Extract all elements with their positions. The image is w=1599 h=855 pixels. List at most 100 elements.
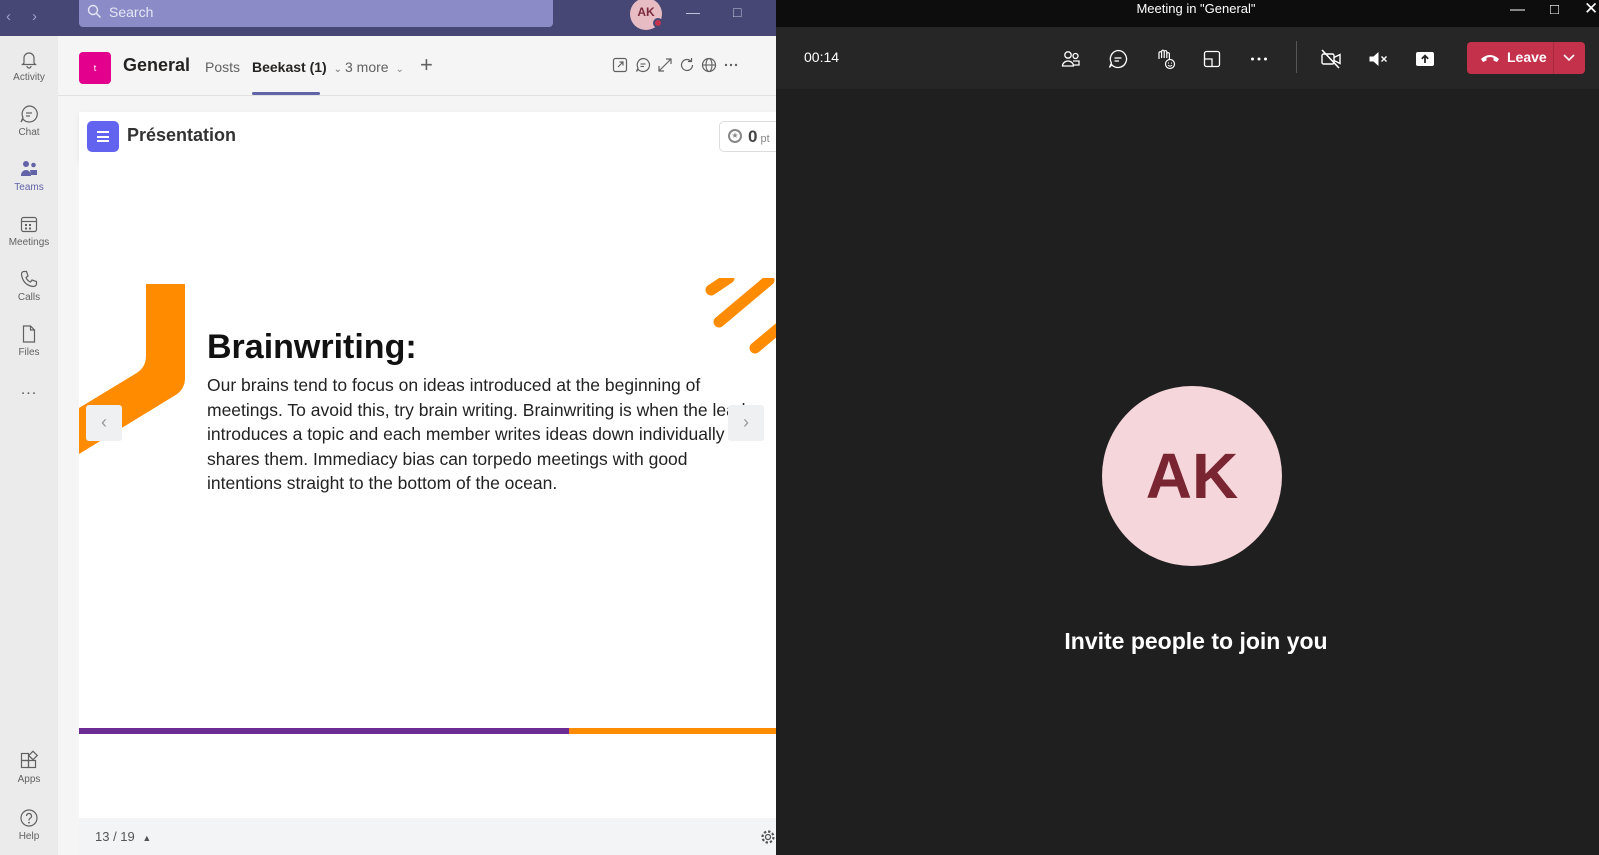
slide-title: Brainwriting:	[207, 328, 417, 366]
rail-item-chat[interactable]: Chat	[0, 103, 58, 138]
next-slide-button[interactable]: ›	[728, 405, 764, 441]
apps-icon	[20, 750, 39, 769]
team-avatar[interactable]: t	[79, 52, 111, 84]
rail-label: Activity	[13, 72, 45, 83]
tab-beekast[interactable]: Beekast (1) ⌄	[252, 59, 342, 75]
rail-label: Calls	[17, 292, 41, 303]
rail-item-meetings[interactable]: Meetings	[0, 213, 58, 248]
leave-label: Leave	[1507, 49, 1547, 65]
status-busy-icon	[653, 18, 663, 28]
leave-split-divider	[1553, 42, 1554, 74]
popout-icon[interactable]	[611, 56, 629, 74]
back-arrow-icon[interactable]: ‹	[6, 8, 11, 25]
globe-icon[interactable]	[700, 56, 718, 74]
points-badge: ★ 0 pt	[719, 121, 776, 152]
rail-item-help[interactable]: Help	[0, 807, 58, 842]
calendar-icon	[20, 216, 38, 233]
meeting-timer: 00:14	[804, 49, 840, 65]
rail-label: Chat	[18, 127, 40, 138]
help-icon	[20, 809, 38, 827]
invite-text: Invite people to join you	[1064, 628, 1328, 654]
rooms-icon[interactable]	[1200, 47, 1224, 71]
minimize-icon[interactable]: —	[686, 4, 700, 20]
tab-more[interactable]: 3 more ⌄	[345, 59, 404, 75]
search-input[interactable]: Search	[79, 0, 553, 27]
slide-body: Our brains tend to focus on ideas introd…	[207, 375, 762, 493]
tab-posts[interactable]: Posts	[205, 59, 240, 75]
reactions-icon[interactable]	[1153, 47, 1177, 71]
participant-avatar: AK	[1102, 386, 1282, 566]
slide-footer-bar-purple	[79, 728, 569, 734]
phone-icon	[20, 270, 38, 288]
more-icon: ...	[20, 381, 38, 398]
app-header: Présentation ★ 0 pt	[79, 112, 776, 160]
more-apps-button[interactable]: ...	[0, 381, 58, 399]
more-actions-icon[interactable]	[1247, 47, 1271, 71]
slide-page-indicator[interactable]: 13 / 19 ▲	[95, 829, 151, 844]
rail-item-activity[interactable]: Activity	[0, 48, 58, 83]
maximize-icon[interactable]: □	[733, 4, 741, 20]
share-screen-icon[interactable]	[1413, 47, 1437, 71]
presentation-slide: Brainwriting: Our brains tend to focus o…	[79, 160, 776, 800]
previous-slide-button[interactable]: ‹	[86, 405, 122, 441]
maximize-icon[interactable]: □	[1550, 1, 1559, 18]
rail-label: Files	[18, 347, 40, 358]
chat-icon[interactable]	[1106, 47, 1130, 71]
minimize-icon[interactable]: —	[1510, 1, 1525, 18]
points-unit: pt	[760, 133, 770, 145]
teams-icon	[21, 161, 37, 176]
rail-label: Meetings	[8, 237, 50, 248]
chevron-down-icon[interactable]	[1562, 52, 1576, 64]
active-tab-indicator	[252, 92, 320, 95]
add-tab-button[interactable]: +	[420, 52, 433, 78]
rail-item-calls[interactable]: Calls	[0, 268, 58, 303]
chat-icon	[20, 105, 38, 123]
menu-icon[interactable]	[87, 121, 119, 152]
tab-label: 3 more	[345, 59, 389, 75]
rail-item-teams[interactable]: Teams	[0, 158, 58, 193]
search-placeholder: Search	[109, 4, 154, 20]
file-icon	[22, 325, 36, 343]
search-icon	[87, 4, 102, 22]
participants-icon[interactable]	[1059, 47, 1083, 71]
page-number: 13 / 19	[95, 829, 135, 844]
expand-icon[interactable]	[656, 56, 674, 74]
slide-decoration-right	[705, 278, 776, 354]
star-icon: ★	[728, 129, 742, 143]
rail-item-apps[interactable]: Apps	[0, 750, 58, 785]
meeting-title: Meeting in "General"	[1136, 1, 1256, 16]
bell-icon	[21, 52, 37, 69]
chevron-right-icon: ›	[743, 412, 749, 432]
slide-controls: 13 / 19 ▲	[79, 818, 776, 855]
refresh-icon[interactable]	[678, 56, 696, 74]
camera-off-icon[interactable]	[1319, 47, 1343, 71]
caret-up-icon: ▲	[142, 833, 152, 843]
teams-title-bar: ‹ › Search AK — □	[0, 0, 776, 36]
teams-window: ‹ › Search AK — □ Activity Chat Teams Me…	[0, 0, 776, 855]
avatar[interactable]: AK	[630, 0, 663, 30]
meeting-window: Meeting in "General" — □ ✕ 00:14 Leave A…	[776, 0, 1599, 855]
points-value: 0	[748, 127, 758, 146]
avatar-initials: AK	[637, 5, 655, 19]
channel-header: t General Posts Beekast (1) ⌄ 3 more ⌄ +	[58, 36, 776, 96]
leave-button[interactable]: Leave	[1467, 42, 1585, 74]
beekast-app: Présentation ★ 0 pt Brainwriting: Our bra…	[79, 112, 776, 855]
chevron-down-icon: ⌄	[333, 64, 342, 75]
conversation-icon[interactable]	[634, 56, 652, 74]
slide-footer-bar-orange	[569, 728, 776, 734]
meeting-toolbar: 00:14 Leave	[776, 27, 1599, 89]
mic-muted-icon[interactable]	[1366, 47, 1390, 71]
more-options-icon[interactable]	[722, 56, 740, 74]
close-icon[interactable]: ✕	[1584, 0, 1598, 19]
tab-label: Beekast (1)	[252, 59, 327, 75]
meeting-title-bar: Meeting in "General" — □ ✕	[776, 0, 1599, 27]
toolbar-divider	[1296, 41, 1297, 73]
hang-up-icon	[1481, 55, 1499, 62]
chevron-down-icon: ⌄	[395, 64, 404, 75]
rail-label: Help	[18, 831, 40, 842]
app-rail: Activity Chat Teams Meetings Calls Files	[0, 36, 58, 855]
gear-icon[interactable]	[759, 828, 776, 846]
rail-item-files[interactable]: Files	[0, 323, 58, 358]
chevron-left-icon: ‹	[101, 412, 107, 432]
forward-arrow-icon[interactable]: ›	[32, 8, 37, 25]
